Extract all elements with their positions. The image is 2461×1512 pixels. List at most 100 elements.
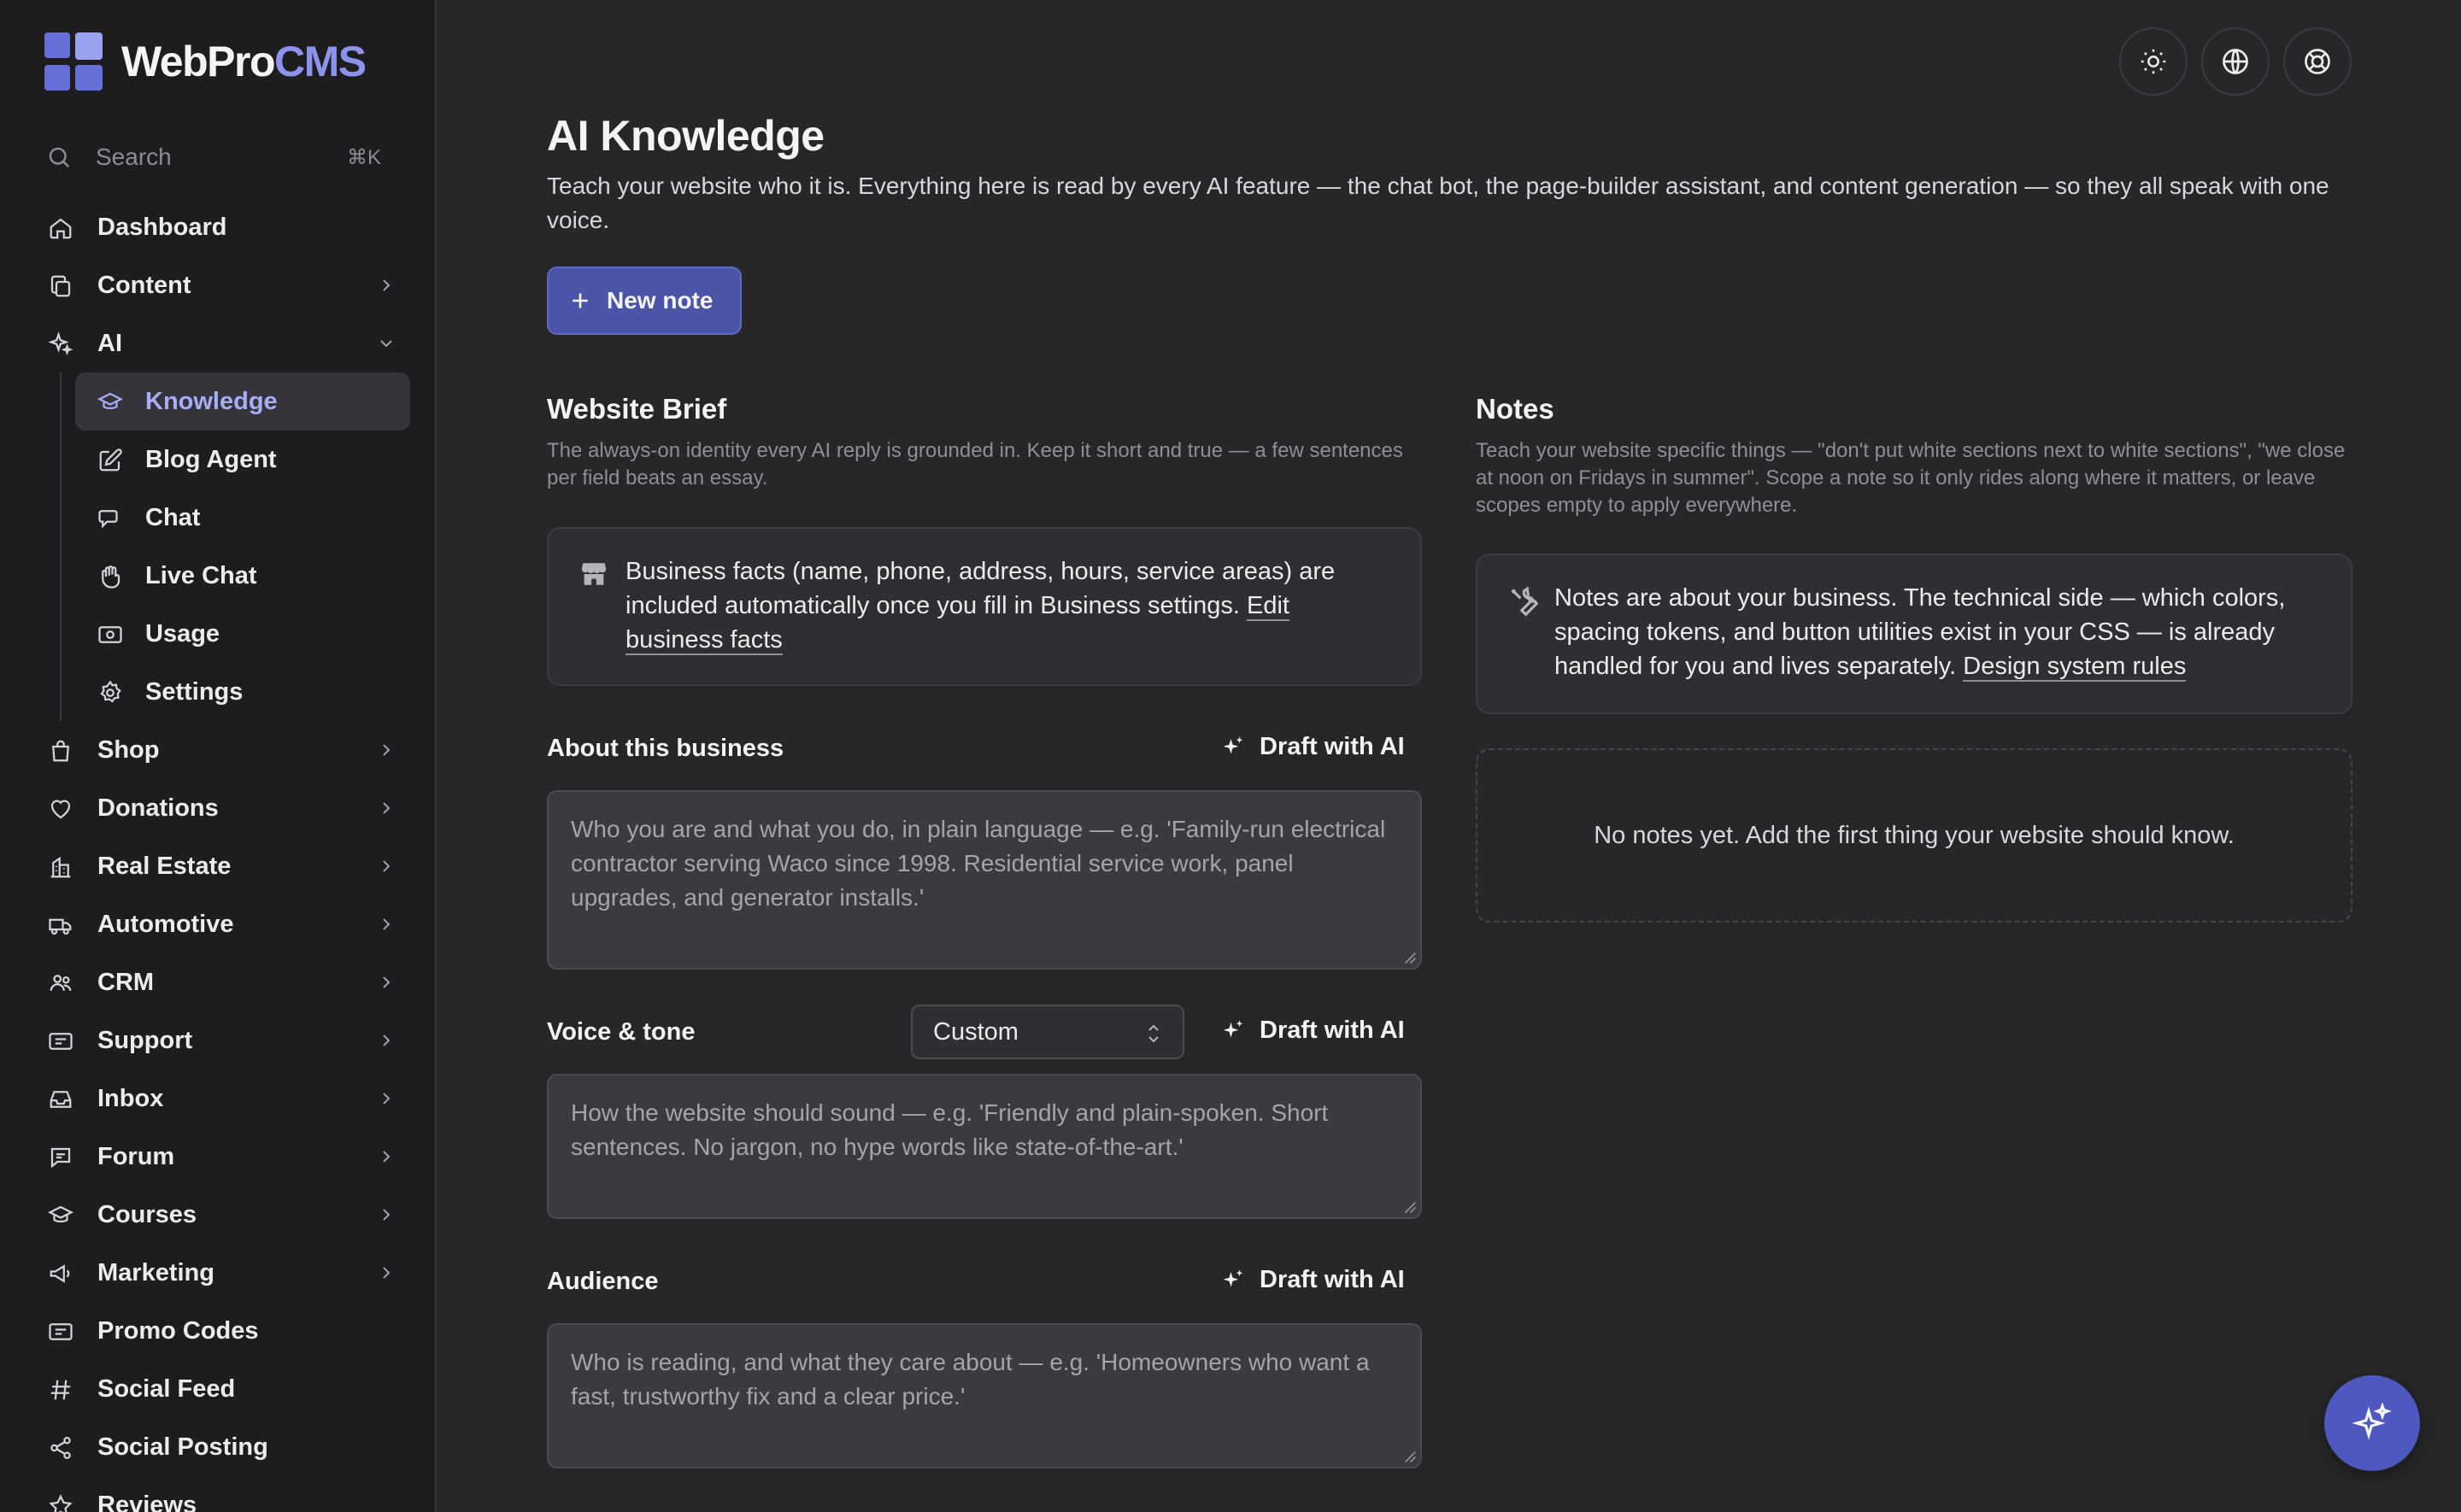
about-business-label: About this business bbox=[547, 735, 784, 762]
sparkles-icon bbox=[1223, 1020, 1243, 1037]
sidebar-search[interactable]: Search ⌘K bbox=[34, 135, 393, 179]
chevron-right-icon bbox=[383, 802, 391, 814]
sparkles-icon bbox=[48, 331, 73, 356]
chevron-right-icon bbox=[383, 976, 391, 988]
plus-icon bbox=[573, 293, 588, 308]
chevron-right-icon bbox=[383, 860, 391, 872]
notes-title: Notes bbox=[1476, 393, 1554, 425]
heart-icon bbox=[50, 800, 71, 819]
banknote-icon bbox=[98, 626, 122, 643]
theme-toggle-button[interactable] bbox=[2119, 27, 2188, 96]
resize-handle-icon[interactable] bbox=[1401, 949, 1417, 964]
voice-tone-textarea[interactable]: How the website should sound — e.g. 'Fri… bbox=[547, 1074, 1422, 1219]
sidebar-item-ai-settings[interactable]: Settings bbox=[75, 663, 410, 721]
ticket-icon bbox=[49, 1323, 73, 1340]
sidebar-item-knowledge[interactable]: Knowledge bbox=[75, 372, 410, 431]
chevron-down-icon bbox=[380, 340, 392, 348]
sidebar-item-blog-agent[interactable]: Blog Agent bbox=[75, 431, 410, 489]
copy-icon bbox=[50, 275, 71, 297]
sidebar-item-courses[interactable]: Courses bbox=[34, 1186, 410, 1244]
sidebar-item-content[interactable]: Content bbox=[34, 256, 410, 314]
notes-subtitle: Teach your website specific things — "do… bbox=[1476, 439, 2346, 517]
sparkles-icon bbox=[1223, 1269, 1243, 1286]
audience-textarea[interactable]: Who is reading, and what they care about… bbox=[547, 1323, 1422, 1468]
chevron-right-icon bbox=[383, 918, 391, 930]
notes-technical-info: Notes are about your business. The techn… bbox=[1476, 554, 2352, 714]
chat-bubble-icon bbox=[50, 1147, 71, 1169]
sidebar-item-reviews[interactable]: Reviews bbox=[34, 1476, 410, 1512]
sidebar-item-real-estate[interactable]: Real Estate bbox=[34, 837, 410, 895]
sidebar-item-usage[interactable]: Usage bbox=[75, 605, 410, 663]
truck-icon bbox=[49, 918, 72, 935]
audience-label: Audience bbox=[547, 1268, 659, 1295]
graduation-cap-icon bbox=[97, 392, 123, 409]
share-icon bbox=[50, 1437, 71, 1459]
brand-logo[interactable]: WebProCMS bbox=[44, 32, 367, 91]
megaphone-icon bbox=[50, 1264, 70, 1283]
sidebar-item-marketing[interactable]: Marketing bbox=[34, 1244, 410, 1302]
chevron-right-icon bbox=[383, 279, 391, 291]
lifebuoy-icon bbox=[2305, 49, 2330, 74]
sparkles-icon bbox=[1223, 736, 1243, 753]
chevron-right-icon bbox=[383, 1267, 391, 1279]
sidebar-item-automotive[interactable]: Automotive bbox=[34, 895, 410, 953]
sun-icon bbox=[2141, 49, 2166, 74]
draft-audience-button[interactable]: Draft with AI bbox=[1220, 1266, 1405, 1294]
voice-tone-placeholder: How the website should sound — e.g. 'Fri… bbox=[571, 1099, 1329, 1160]
help-button[interactable] bbox=[2283, 27, 2352, 96]
pencil-square-icon bbox=[99, 448, 122, 472]
resize-handle-icon[interactable] bbox=[1401, 1198, 1417, 1214]
chevron-right-icon bbox=[383, 744, 391, 756]
hand-icon bbox=[102, 566, 120, 589]
notes-empty-state: No notes yet. Add the first thing your w… bbox=[1476, 748, 2352, 923]
sidebar-item-shop[interactable]: Shop bbox=[34, 721, 410, 779]
home-icon bbox=[50, 218, 72, 239]
building-icon bbox=[50, 856, 71, 878]
sidebar-item-chat[interactable]: Chat bbox=[75, 489, 410, 547]
chevron-right-icon bbox=[383, 1209, 391, 1221]
about-business-textarea[interactable]: Who you are and what you do, in plain la… bbox=[547, 790, 1422, 970]
sidebar-item-donations[interactable]: Donations bbox=[34, 779, 410, 837]
globe-icon bbox=[2223, 49, 2248, 74]
sidebar-nav: Dashboard Content AI Knowledge Blog Agen… bbox=[34, 198, 410, 1512]
draft-voice-button[interactable]: Draft with AI bbox=[1220, 1017, 1405, 1045]
search-shortcut: ⌘K bbox=[346, 145, 381, 169]
sidebar-item-inbox[interactable]: Inbox bbox=[34, 1070, 410, 1128]
notes-empty-text: No notes yet. Add the first thing your w… bbox=[1594, 821, 2235, 849]
sidebar-item-support[interactable]: Support bbox=[34, 1011, 410, 1070]
sparkles-icon bbox=[2352, 1403, 2392, 1440]
star-icon bbox=[49, 1494, 73, 1512]
brand-name: WebProCMS bbox=[121, 38, 367, 85]
draft-about-button[interactable]: Draft with AI bbox=[1220, 733, 1405, 761]
hashtag-icon bbox=[50, 1380, 71, 1400]
chat-bubbles-icon bbox=[98, 510, 118, 529]
sidebar: WebProCMS Search ⌘K Dashboard Content AI… bbox=[0, 0, 437, 1512]
voice-tone-value: Custom bbox=[933, 1017, 1019, 1046]
voice-tone-select[interactable]: Custom bbox=[911, 1005, 1184, 1059]
sidebar-item-ai[interactable]: AI bbox=[34, 314, 410, 372]
design-system-rules-link[interactable]: Design system rules bbox=[1963, 653, 2187, 682]
resize-handle-icon[interactable] bbox=[1401, 1448, 1417, 1463]
voice-tone-label: Voice & tone bbox=[547, 1018, 696, 1046]
sidebar-item-forum[interactable]: Forum bbox=[34, 1128, 410, 1186]
graduation-cap-icon bbox=[48, 1205, 73, 1222]
ai-assistant-button[interactable] bbox=[2324, 1375, 2420, 1471]
ai-subnav: Knowledge Blog Agent Chat Live Chat Usag… bbox=[60, 372, 410, 721]
sidebar-item-social-feed[interactable]: Social Feed bbox=[34, 1360, 410, 1418]
about-business-placeholder: Who you are and what you do, in plain la… bbox=[571, 816, 1386, 911]
page-description: Teach your website who it is. Everything… bbox=[547, 173, 2329, 233]
business-facts-info: Business facts (name, phone, address, ho… bbox=[547, 527, 1422, 686]
sidebar-item-dashboard[interactable]: Dashboard bbox=[34, 198, 410, 256]
language-button[interactable] bbox=[2201, 27, 2270, 96]
new-note-button[interactable]: New note bbox=[547, 267, 742, 335]
sidebar-item-live-chat[interactable]: Live Chat bbox=[75, 547, 410, 605]
sidebar-item-promo-codes[interactable]: Promo Codes bbox=[34, 1302, 410, 1360]
gear-icon bbox=[100, 680, 121, 703]
sidebar-item-crm[interactable]: CRM bbox=[34, 953, 410, 1011]
business-facts-text: Business facts (name, phone, address, ho… bbox=[626, 558, 1336, 619]
search-icon bbox=[49, 147, 70, 168]
search-placeholder: Search bbox=[96, 144, 172, 170]
shopping-bag-icon bbox=[52, 740, 69, 762]
ticket-icon bbox=[49, 1033, 73, 1050]
sidebar-item-social-posting[interactable]: Social Posting bbox=[34, 1418, 410, 1476]
